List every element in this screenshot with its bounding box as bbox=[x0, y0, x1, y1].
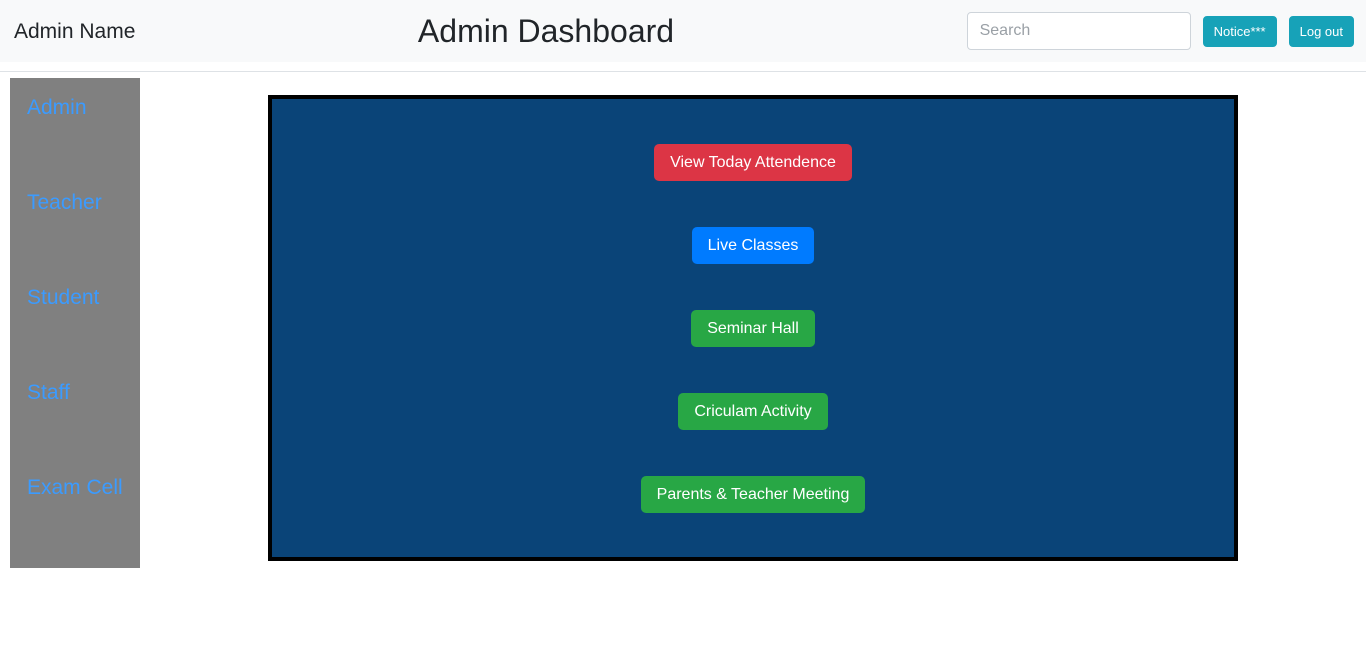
criculam-activity-button[interactable]: Criculam Activity bbox=[678, 393, 828, 430]
dashboard-panel: View Today Attendence Live Classes Semin… bbox=[268, 95, 1238, 561]
notice-button[interactable]: Notice*** bbox=[1202, 15, 1277, 47]
sidebar-nav: Admin Teacher Student Staff Exam Cell bbox=[10, 78, 140, 568]
header-divider bbox=[0, 71, 1366, 72]
page-title: Admin Dashboard bbox=[417, 13, 675, 49]
logout-button[interactable]: Log out bbox=[1288, 15, 1354, 47]
sidebar-item-exam-cell[interactable]: Exam Cell bbox=[27, 475, 123, 500]
live-classes-button[interactable]: Live Classes bbox=[691, 227, 815, 264]
header-actions: Notice*** Log out bbox=[966, 12, 1354, 50]
sidebar-item-teacher[interactable]: Teacher bbox=[27, 190, 102, 215]
sidebar-item-staff[interactable]: Staff bbox=[27, 380, 70, 405]
parents-teacher-meeting-button[interactable]: Parents & Teacher Meeting bbox=[640, 476, 866, 513]
view-today-attendence-button[interactable]: View Today Attendence bbox=[654, 144, 852, 181]
sidebar-item-admin[interactable]: Admin bbox=[27, 95, 87, 120]
search-input[interactable] bbox=[966, 12, 1191, 50]
sidebar-item-student[interactable]: Student bbox=[27, 285, 99, 310]
seminar-hall-button[interactable]: Seminar Hall bbox=[691, 310, 815, 347]
